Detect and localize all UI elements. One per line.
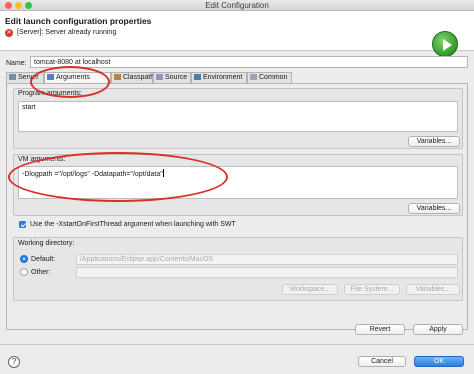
vm-variables-button[interactable]: Variables... [408, 203, 460, 214]
common-icon [250, 74, 257, 80]
tab-arguments-label: Arguments [56, 74, 90, 81]
working-directory-label: Working directory: [18, 240, 75, 247]
window-title: Edit Configuration [205, 1, 269, 10]
name-label: Name: [6, 60, 27, 67]
file-system-button[interactable]: File System... [344, 284, 400, 295]
workspace-button[interactable]: Workspace... [282, 284, 338, 295]
tab-classpath[interactable]: Classpath [111, 72, 155, 83]
dialog-header: Edit launch configuration properties ✕ [… [0, 11, 474, 57]
default-radio[interactable] [20, 255, 28, 263]
default-radio-label: Default: [31, 256, 56, 263]
tab-environment-label: Environment [203, 74, 243, 81]
vm-arguments-text: -Dlogpath ="/opt/logs" -Ddatapath="/opt/… [22, 171, 163, 178]
environment-icon [194, 74, 201, 80]
classpath-icon [114, 74, 121, 80]
tab-source-label: Source [165, 74, 188, 81]
help-icon[interactable]: ? [8, 356, 20, 368]
program-variables-button[interactable]: Variables... [408, 136, 460, 147]
working-directory-variables-button[interactable]: Variables... [406, 284, 460, 295]
tab-source[interactable]: Source [153, 72, 191, 83]
other-radio-label: Other: [31, 269, 51, 276]
run-icon [432, 31, 458, 57]
tab-environment[interactable]: Environment [191, 72, 247, 83]
title-bar: Edit Configuration [0, 0, 474, 11]
tab-classpath-label: Classpath [123, 74, 155, 81]
arguments-panel: Program arguments: start Variables... VM… [6, 83, 468, 335]
other-radio[interactable] [20, 268, 28, 276]
text-cursor [162, 169, 164, 177]
cancel-button[interactable]: Cancel [358, 356, 406, 367]
server-icon [9, 74, 16, 80]
tab-server-label: Server [18, 74, 39, 81]
vm-arguments-group: VM arguments: -Dlogpath ="/opt/logs" -Dd… [13, 154, 463, 216]
swt-checkbox[interactable] [19, 221, 26, 228]
apply-button[interactable]: Apply [413, 324, 463, 335]
error-icon: ✕ [5, 29, 13, 37]
tab-common-label: Common [259, 74, 288, 81]
working-directory-group: Working directory: Default: /Application… [13, 237, 463, 301]
swt-checkbox-label: Use the -XstartOnFirstThread argument wh… [30, 221, 236, 228]
footer-separator [0, 344, 474, 345]
program-arguments-label: Program arguments: [18, 90, 82, 97]
header-title: Edit launch configuration properties [5, 16, 152, 26]
edit-configuration-window: Edit Configuration Edit launch configura… [0, 0, 474, 374]
program-arguments-textarea[interactable]: start [18, 101, 458, 132]
source-icon [156, 74, 163, 80]
program-arguments-group: Program arguments: start Variables... [13, 88, 463, 149]
arguments-icon [47, 74, 54, 80]
other-directory-field [76, 267, 458, 278]
vm-arguments-textarea[interactable]: -Dlogpath ="/opt/logs" -Ddatapath="/opt/… [18, 166, 458, 199]
error-message: [Server]: Server already running [17, 29, 117, 36]
ok-button[interactable]: OK [414, 356, 464, 367]
name-input[interactable]: tomcat-8080 at localhost [30, 56, 468, 68]
tab-common[interactable]: Common [247, 72, 292, 83]
default-directory-field: /Applications/Eclipse.app/Contents/MacOS [76, 254, 458, 265]
vm-arguments-label: VM arguments: [18, 156, 66, 163]
tab-server[interactable]: Server [6, 72, 44, 83]
revert-button[interactable]: Revert [355, 324, 405, 335]
